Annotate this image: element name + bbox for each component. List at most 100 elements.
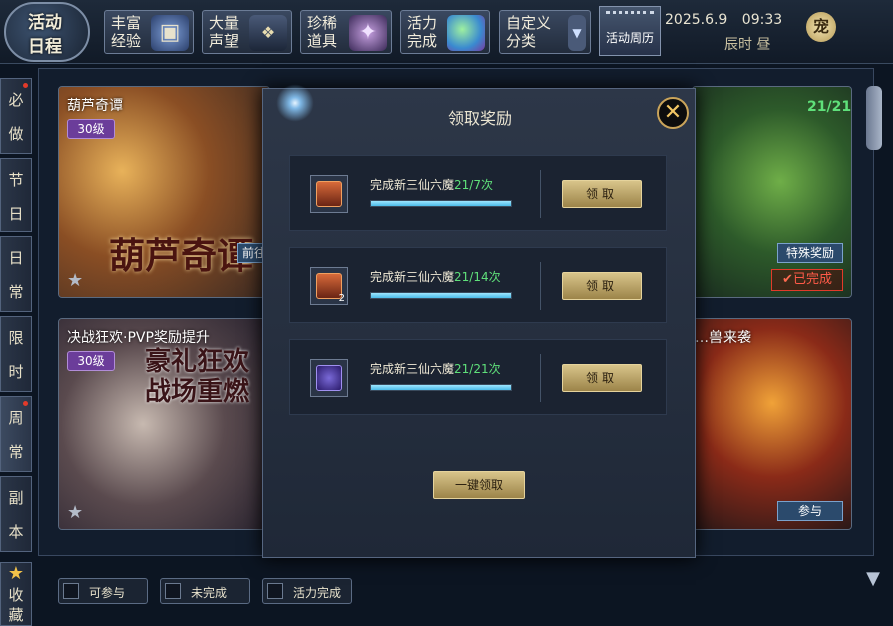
tab-label: 自定义 分类 <box>506 14 552 50</box>
close-icon[interactable]: ✕ <box>657 97 689 129</box>
time-text: 09:33 <box>741 12 783 28</box>
scrollbar-thumb[interactable] <box>866 86 882 150</box>
card-art <box>693 319 851 529</box>
dialog-title: 领取奖励 <box>447 109 512 128</box>
claim-button[interactable]: 领取 <box>562 180 642 208</box>
card-art <box>693 87 851 297</box>
progress-fill <box>371 385 511 390</box>
sidebar-item-limited[interactable]: 限时 <box>0 316 32 392</box>
claim-button[interactable]: 领取 <box>562 364 642 392</box>
favorite-star-icon[interactable]: ★ <box>67 270 83 291</box>
special-reward-button[interactable]: 特殊奖励 <box>777 243 843 263</box>
rare-item-icon: ✦ <box>349 15 387 51</box>
divider <box>540 354 541 402</box>
filter-joinable[interactable]: 可参与 <box>58 578 148 604</box>
tab-rare-items[interactable]: 珍稀 道具 ✦ <box>300 10 392 54</box>
shichen-text: 辰时 昼 <box>724 37 771 53</box>
filter-vitality-complete[interactable]: 活力完成 <box>262 578 352 604</box>
reward-condition: 完成新三仙六魔21/21次 <box>370 360 501 377</box>
activity-card-right-top[interactable]: 21/21 特殊奖励 ✔已完成 <box>692 86 852 298</box>
join-button[interactable]: 参与 <box>777 501 843 521</box>
top-bar: 活动 日程 丰富 经验 ▣ 大量 声望 ❖ 珍稀 道具 ✦ 活力 完成 自定义 … <box>0 0 893 64</box>
calendar-icon <box>606 11 654 25</box>
sidebar-item-must-do[interactable]: 必做 <box>0 78 32 154</box>
condition-count: 21/14次 <box>454 270 501 284</box>
tab-rich-exp[interactable]: 丰富 经验 ▣ <box>104 10 194 54</box>
claim-all-button[interactable]: 一键领取 <box>433 471 525 499</box>
condition-count: 21/7次 <box>454 178 493 192</box>
reward-condition: 完成新三仙六魔21/14次 <box>370 268 501 285</box>
card-title: 决战狂欢·PVP奖励提升 <box>67 330 210 346</box>
progress-fill <box>371 293 511 298</box>
logo-line-1: 活动 <box>28 13 62 33</box>
reward-row: 2 完成新三仙六魔21/14次 领取 <box>289 247 667 323</box>
vitality-orb-icon <box>447 15 485 51</box>
level-badge: 30级 <box>67 351 115 371</box>
treasure-chest-icon: ▣ <box>151 15 189 51</box>
check-icon: ✔ <box>782 272 793 287</box>
sidebar-item-dungeon[interactable]: 副本 <box>0 476 32 552</box>
filter-label: 未完成 <box>191 586 228 600</box>
tab-label: 大量 声望 <box>209 14 240 50</box>
tab-label: 珍稀 道具 <box>307 14 338 50</box>
reward-row: 完成新三仙六魔21/7次 领取 <box>289 155 667 231</box>
card-art-text: 豪礼狂欢 战场重燃 <box>145 347 250 407</box>
sidebar-item-weekly[interactable]: 周常 <box>0 396 32 472</box>
pet-button[interactable]: 宠 <box>806 12 836 42</box>
sidebar-item-favorites[interactable]: ★ 收藏 <box>0 562 32 626</box>
tab-vitality[interactable]: 活力 完成 <box>400 10 490 54</box>
date-time: 2025.6.9 09:33 <box>665 12 785 28</box>
red-chest-icon <box>316 181 342 207</box>
sidebar-item-label: 收藏 <box>8 586 24 624</box>
claim-reward-dialog: 领取奖励 ✕ 完成新三仙六魔21/7次 领取 2 完成新三仙六魔21/14次 领… <box>262 81 696 558</box>
card-art-text: 葫芦奇谭 <box>109 235 254 277</box>
progress-bar <box>370 384 512 391</box>
reward-item-slot[interactable] <box>310 175 348 213</box>
tab-label: 丰富 经验 <box>111 14 142 50</box>
card-title: …兽来袭 <box>695 330 751 346</box>
logo-line-2: 日程 <box>28 37 62 57</box>
reward-item-slot[interactable]: 2 <box>310 267 348 305</box>
scroll-down-icon[interactable]: ▼ <box>862 568 884 590</box>
progress-bar <box>370 200 512 207</box>
calendar-label: 活动周历 <box>605 31 654 45</box>
condition-text: 完成新三仙六魔 <box>370 362 455 376</box>
status-text: 已完成 <box>792 272 832 287</box>
reward-row: 完成新三仙六魔21/21次 领取 <box>289 339 667 415</box>
item-count: 2 <box>338 293 345 304</box>
filter-incomplete[interactable]: 未完成 <box>160 578 250 604</box>
tab-prestige[interactable]: 大量 声望 ❖ <box>202 10 292 54</box>
checkbox[interactable] <box>165 583 181 599</box>
purple-chest-icon <box>316 365 342 391</box>
reward-item-slot[interactable] <box>310 359 348 397</box>
completed-stamp: ✔已完成 <box>771 269 843 291</box>
weekly-calendar-button[interactable]: 活动周历 <box>599 6 661 56</box>
checkbox[interactable] <box>63 583 79 599</box>
progress-bar <box>370 292 512 299</box>
level-badge: 30级 <box>67 119 115 139</box>
star-icon: ★ <box>7 563 25 584</box>
tab-label: 活力 完成 <box>407 14 438 50</box>
notification-dot <box>23 401 28 406</box>
activity-card-hulu[interactable]: 葫芦奇谭 葫芦奇谭 30级 前往 ★ <box>58 86 270 298</box>
claim-button[interactable]: 领取 <box>562 272 642 300</box>
condition-count: 21/21次 <box>454 362 501 376</box>
sidebar-item-label: 必做 <box>8 91 24 143</box>
condition-text: 完成新三仙六魔 <box>370 178 455 192</box>
checkbox[interactable] <box>267 583 283 599</box>
favorite-star-icon[interactable]: ★ <box>67 502 83 523</box>
sidebar-item-label: 限时 <box>8 329 24 381</box>
filter-label: 可参与 <box>89 586 126 600</box>
prestige-book-icon: ❖ <box>249 15 287 51</box>
reward-condition: 完成新三仙六魔21/7次 <box>370 176 493 193</box>
activity-card-beast-attack[interactable]: …兽来袭 参与 <box>692 318 852 530</box>
sidebar-item-daily[interactable]: 日常 <box>0 236 32 312</box>
sidebar-item-festival[interactable]: 节日 <box>0 158 32 232</box>
tab-custom-category[interactable]: 自定义 分类 ▼ <box>499 10 591 54</box>
chevron-down-icon[interactable]: ▼ <box>568 15 586 51</box>
activity-card-pvp[interactable]: 豪礼狂欢 战场重燃 决战狂欢·PVP奖励提升 30级 ★ <box>58 318 270 530</box>
sidebar-item-label: 周常 <box>8 409 24 461</box>
card-progress: 21/21 <box>807 99 852 115</box>
filter-label: 活力完成 <box>293 586 342 600</box>
sidebar-item-label: 日常 <box>8 249 24 301</box>
